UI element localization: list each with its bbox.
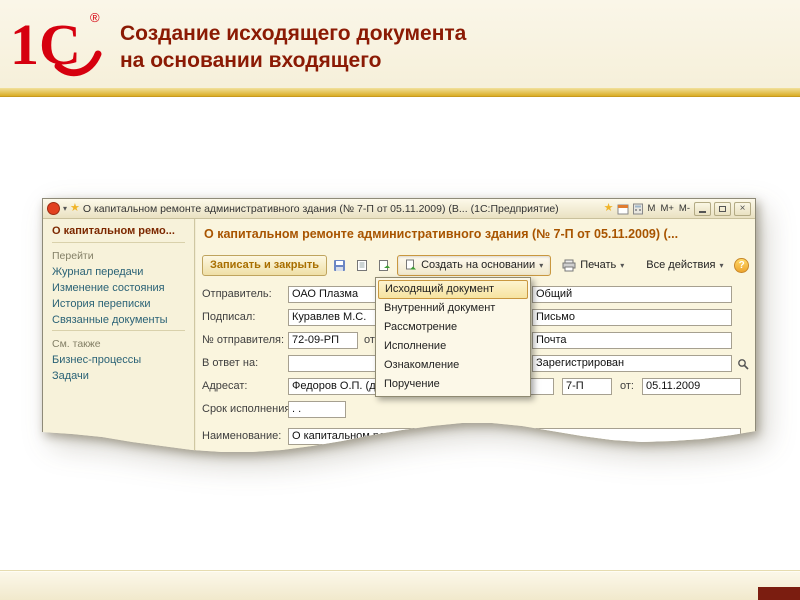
reply-to-label: В ответ на: — [202, 357, 259, 369]
slide-header: 1С ® Создание исходящего документа на ос… — [0, 0, 800, 88]
add-favorite-star-icon[interactable]: ★ — [604, 203, 614, 214]
print-button[interactable]: Печать ▾ — [554, 255, 632, 276]
create-based-on-icon — [406, 259, 417, 270]
save-and-close-label: Записать и закрыть — [210, 259, 320, 271]
memory-m-button[interactable]: М — [647, 203, 657, 214]
menu-item-acquaintance[interactable]: Ознакомление — [378, 356, 528, 375]
sidebar-item-business-processes[interactable]: Бизнес-процессы — [52, 354, 185, 366]
menu-item-internal-document[interactable]: Внутренний документ — [378, 299, 528, 318]
header-gold-stripe — [0, 88, 800, 97]
nav-sidebar: О капитальном ремо... Перейти Журнал пер… — [43, 219, 195, 452]
minimize-icon — [699, 210, 706, 213]
form-title: О капитальном ремонте административного … — [204, 227, 679, 241]
addressee-label: Адресат: — [202, 380, 248, 392]
save-and-close-button[interactable]: Записать и закрыть — [202, 254, 328, 276]
document-icon — [357, 259, 368, 271]
logo-registered: ® — [90, 10, 100, 25]
signed-by-label: Подписал: — [202, 311, 256, 323]
create-based-on-button[interactable]: Создать на основании ▾ — [397, 254, 552, 276]
create-based-on-label: Создать на основании — [421, 259, 536, 271]
minimize-button[interactable] — [694, 201, 711, 216]
state-field[interactable]: Зарегистрирован — [532, 355, 732, 372]
sidebar-separator — [52, 242, 185, 243]
logo-text: 1С — [10, 12, 81, 77]
printer-icon — [562, 259, 576, 271]
memory-mplus-button[interactable]: М+ — [659, 203, 674, 214]
form-panel: О капитальном ремонте административного … — [196, 219, 755, 452]
sidebar-separator-2 — [52, 330, 185, 331]
document-arrow-icon — [378, 259, 390, 271]
all-actions-chevron-icon: ▾ — [719, 260, 724, 270]
close-icon: × — [739, 202, 746, 214]
registration-number-field[interactable]: 7-П — [562, 378, 612, 395]
print-label: Печать — [580, 259, 617, 271]
create-based-on-menu: Исходящий документ Внутренний документ Р… — [375, 277, 531, 397]
due-date-label: Срок исполнения: — [202, 403, 294, 415]
sidebar-item-transfer-log[interactable]: Журнал передачи — [52, 266, 185, 278]
slide-title: Создание исходящего документа на основан… — [120, 20, 466, 74]
help-icon: ? — [738, 259, 745, 271]
sender-number-from-label: от — [364, 334, 375, 346]
calendar-icon[interactable] — [617, 203, 629, 215]
magnifier-icon — [737, 358, 749, 370]
slide-title-line2: на основании входящего — [120, 49, 382, 72]
1c-logo-graphic: 1С ® — [10, 10, 102, 77]
app-window: ▾ ★ О капитальном ремонте административн… — [42, 198, 756, 456]
menu-item-execution[interactable]: Исполнение — [378, 337, 528, 356]
favorites-star-icon[interactable]: ★ — [70, 203, 80, 214]
state-search-button[interactable] — [735, 355, 750, 372]
name-field[interactable]: О капитальном ремонте административного … — [288, 428, 741, 445]
slide-footer — [0, 570, 800, 600]
sidebar-item-tasks[interactable]: Задачи — [52, 370, 185, 382]
registration-date-field[interactable]: 05.11.2009 — [642, 378, 741, 395]
menu-item-outgoing-document[interactable]: Исходящий документ — [378, 280, 528, 299]
sender-number-label: № отправителя: — [202, 334, 285, 346]
floppy-icon — [334, 259, 346, 271]
create-based-on-chevron-icon: ▾ — [539, 260, 544, 270]
slide-title-line1: Создание исходящего документа — [120, 22, 467, 45]
sidebar-item-linked-documents[interactable]: Связанные документы — [52, 314, 185, 326]
footer-corner-mark — [758, 587, 800, 600]
maximize-button[interactable] — [714, 201, 731, 216]
window-titlebar: ▾ ★ О капитальном ремонте административн… — [43, 199, 755, 219]
slide: 1С ® Создание исходящего документа на ос… — [0, 0, 800, 600]
menu-item-review[interactable]: Рассмотрение — [378, 318, 528, 337]
window-frame: ▾ ★ О капитальном ремонте административн… — [42, 198, 756, 452]
window-title: О капитальном ремонте административного … — [82, 202, 468, 215]
calculator-icon[interactable] — [632, 203, 644, 215]
reread-icon-button[interactable] — [375, 255, 394, 275]
sender-number-field[interactable]: 72-09-РП — [288, 332, 358, 349]
form-toolbar: Записать и закрыть Создать на основании … — [202, 253, 749, 277]
close-button[interactable]: × — [734, 201, 751, 216]
all-actions-button[interactable]: Все действия ▾ — [638, 255, 731, 276]
sidebar-goto-header: Перейти — [52, 250, 94, 262]
maximize-icon — [719, 205, 726, 212]
app-name: (1С:Предприятие) — [470, 202, 559, 215]
delivery-method-field[interactable]: Почта — [532, 332, 732, 349]
app-icon[interactable] — [47, 202, 60, 215]
menu-item-assignment[interactable]: Поручение — [378, 375, 528, 394]
system-menu-chevron-icon[interactable]: ▾ — [63, 204, 67, 213]
sidebar-item-state-change[interactable]: Изменение состояния — [52, 282, 185, 294]
registration-date-from-label: от: — [620, 380, 634, 392]
1c-logo: 1С ® — [10, 6, 106, 84]
save-icon-button[interactable] — [330, 255, 349, 275]
access-group-field[interactable]: Общий — [532, 286, 732, 303]
sidebar-see-also-header: См. также — [52, 338, 101, 350]
all-actions-label: Все действия — [646, 259, 716, 271]
copy-icon-button[interactable] — [352, 255, 371, 275]
sidebar-item-correspondence-history[interactable]: История переписки — [52, 298, 185, 310]
sender-label: Отправитель: — [202, 288, 272, 300]
print-chevron-icon: ▾ — [620, 260, 625, 270]
help-button[interactable]: ? — [734, 257, 749, 273]
sidebar-current-item[interactable]: О капитальном ремо... — [52, 225, 185, 237]
document-kind-field[interactable]: Письмо — [532, 309, 732, 326]
memory-mminus-button[interactable]: М- — [678, 203, 691, 214]
name-label: Наименование: — [202, 430, 282, 442]
due-date-field[interactable]: . . — [288, 401, 346, 418]
